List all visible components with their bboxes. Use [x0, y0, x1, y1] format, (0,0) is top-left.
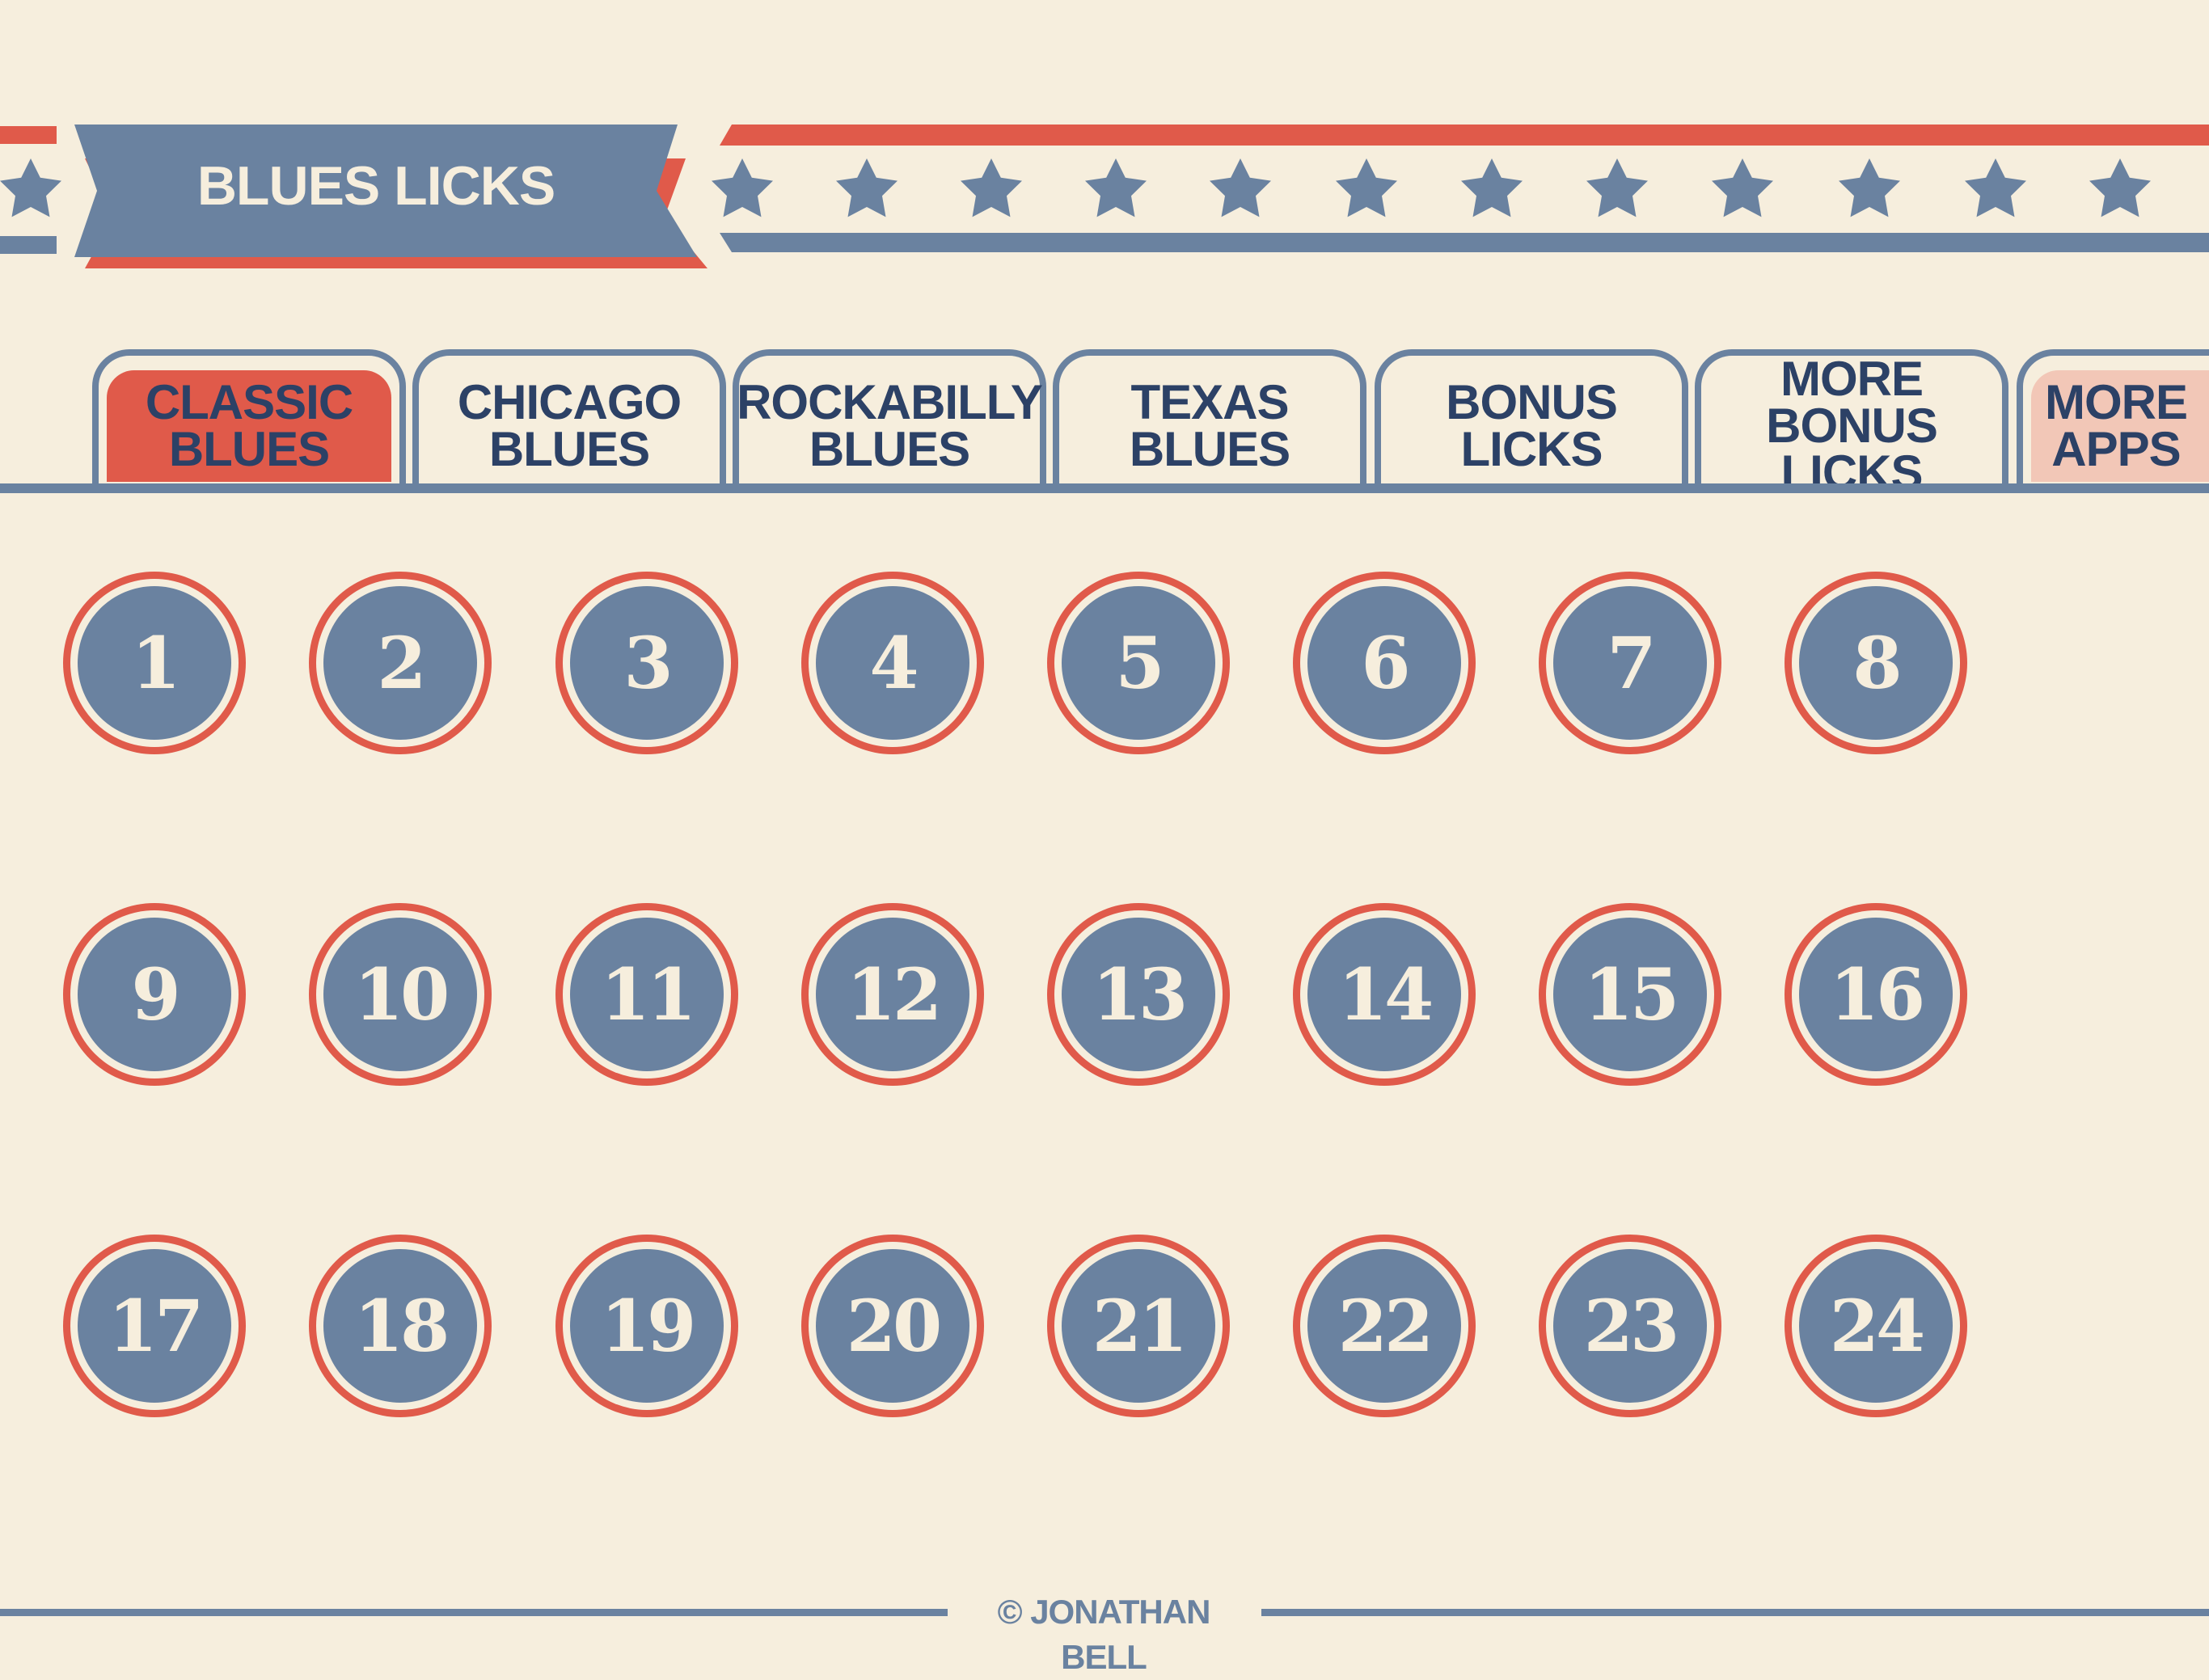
lick-face: 9: [78, 918, 231, 1071]
lick-button[interactable]: 21: [1047, 1235, 1230, 1417]
lick-button[interactable]: 18: [309, 1235, 492, 1417]
lick-face: 24: [1799, 1249, 1953, 1403]
footer-line-right: [1261, 1609, 2209, 1616]
lick-number: 2: [377, 621, 426, 705]
tab-classic-blues[interactable]: CLASSIC BLUES: [92, 349, 406, 488]
lick-button[interactable]: 23: [1539, 1235, 1721, 1417]
lick-number: 15: [1583, 952, 1679, 1036]
tab-label: MORE APPS: [2045, 375, 2188, 476]
tabs-baseline: [0, 483, 2209, 493]
tab-bonus-licks[interactable]: BONUS LICKS: [1375, 349, 1688, 488]
lick-face: 11: [570, 918, 724, 1071]
lick-number: 22: [1337, 1284, 1434, 1368]
lick-face: 22: [1307, 1249, 1461, 1403]
lick-number: 4: [869, 621, 919, 705]
lick-button[interactable]: 7: [1539, 572, 1721, 754]
lick-face: 3: [570, 586, 724, 740]
lick-button[interactable]: 9: [63, 903, 246, 1086]
category-tabs: CLASSIC BLUES CHICAGO BLUES ROCKABILLY B…: [0, 349, 2209, 497]
lick-number: 7: [1607, 621, 1656, 705]
lick-button[interactable]: 8: [1785, 572, 1967, 754]
lick-button[interactable]: 19: [555, 1235, 738, 1417]
header-banner: BLUES LICKS: [0, 0, 2209, 291]
lick-button[interactable]: 13: [1047, 903, 1230, 1086]
lick-face: 18: [323, 1249, 477, 1403]
lick-number: 14: [1337, 952, 1434, 1036]
lick-button[interactable]: 24: [1785, 1235, 1967, 1417]
lick-face: 2: [323, 586, 477, 740]
app-title: BLUES LICKS: [196, 155, 555, 217]
tab-texas-blues[interactable]: TEXAS BLUES: [1053, 349, 1366, 488]
lick-number: 19: [600, 1284, 696, 1368]
lick-number: 13: [1092, 952, 1188, 1036]
tab-label: CLASSIC BLUES: [145, 375, 353, 476]
lick-number: 18: [353, 1284, 450, 1368]
lick-face: 15: [1553, 918, 1707, 1071]
tab-more-apps[interactable]: MORE APPS: [2017, 349, 2209, 488]
lick-number: 17: [108, 1284, 204, 1368]
lick-face: 23: [1553, 1249, 1707, 1403]
lick-button[interactable]: 4: [801, 572, 984, 754]
lick-number: 24: [1829, 1284, 1925, 1368]
lick-button[interactable]: 2: [309, 572, 492, 754]
lick-face: 7: [1553, 586, 1707, 740]
lick-button[interactable]: 15: [1539, 903, 1721, 1086]
lick-number: 16: [1829, 952, 1925, 1036]
lick-face: 17: [78, 1249, 231, 1403]
lick-face: 5: [1062, 586, 1215, 740]
tab-label: TEXAS BLUES: [1129, 375, 1290, 476]
lick-button[interactable]: 10: [309, 903, 492, 1086]
tab-label: BONUS LICKS: [1446, 375, 1618, 476]
lick-number: 6: [1361, 621, 1410, 705]
tab-label: ROCKABILLY BLUES: [737, 375, 1043, 476]
lick-number: 1: [131, 621, 180, 705]
lick-button[interactable]: 3: [555, 572, 738, 754]
lick-face: 19: [570, 1249, 724, 1403]
lick-number: 10: [353, 952, 450, 1036]
lick-number: 23: [1583, 1284, 1679, 1368]
lick-face: 13: [1062, 918, 1215, 1071]
lick-number: 12: [846, 952, 942, 1036]
lick-number: 5: [1115, 621, 1164, 705]
lick-button[interactable]: 17: [63, 1235, 246, 1417]
lick-face: 6: [1307, 586, 1461, 740]
star-icon: [712, 158, 2151, 217]
lick-button[interactable]: 5: [1047, 572, 1230, 754]
lick-number: 8: [1852, 621, 1902, 705]
lick-face: 16: [1799, 918, 1953, 1071]
lick-button[interactable]: 14: [1293, 903, 1476, 1086]
copyright-credit: © JONATHAN BELL: [997, 1593, 1211, 1676]
lick-button[interactable]: 11: [555, 903, 738, 1086]
lick-face: 8: [1799, 586, 1953, 740]
lick-button[interactable]: 22: [1293, 1235, 1476, 1417]
lick-button[interactable]: 1: [63, 572, 246, 754]
tab-label: CHICAGO BLUES: [457, 375, 682, 476]
lick-button[interactable]: 16: [1785, 903, 1967, 1086]
footer-line-left: [0, 1609, 948, 1616]
tab-chicago-blues[interactable]: CHICAGO BLUES: [412, 349, 726, 488]
footer: © JONATHAN BELL: [0, 1589, 2209, 1676]
lick-button[interactable]: 20: [801, 1235, 984, 1417]
lick-button[interactable]: 6: [1293, 572, 1476, 754]
lick-face: 14: [1307, 918, 1461, 1071]
lick-face: 12: [816, 918, 969, 1071]
lick-face: 1: [78, 586, 231, 740]
lick-number: 3: [623, 621, 673, 705]
lick-number: 11: [600, 952, 696, 1036]
lick-number: 9: [131, 952, 180, 1036]
banner-decoration: [0, 125, 2209, 268]
lick-number: 21: [1092, 1284, 1188, 1368]
lick-face: 20: [816, 1249, 969, 1403]
lick-button[interactable]: 12: [801, 903, 984, 1086]
lick-face: 4: [816, 586, 969, 740]
lick-number: 20: [846, 1284, 942, 1368]
tab-more-bonus-licks[interactable]: MORE BONUS LICKS: [1695, 349, 2008, 497]
tab-rockabilly-blues[interactable]: ROCKABILLY BLUES: [733, 349, 1046, 488]
lick-face: 21: [1062, 1249, 1215, 1403]
tab-label: MORE BONUS LICKS: [1766, 352, 1938, 500]
lick-face: 10: [323, 918, 477, 1071]
